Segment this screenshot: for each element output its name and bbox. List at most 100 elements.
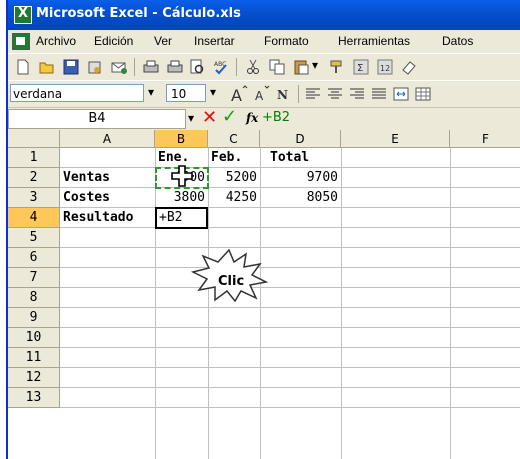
print-icon[interactable]	[142, 58, 160, 76]
sort-icon[interactable]: 12	[376, 58, 394, 76]
click-label: Clic	[218, 274, 245, 289]
cell-c1[interactable]: Feb.	[211, 148, 260, 168]
grid-line	[60, 267, 520, 268]
row-header[interactable]: 1	[8, 148, 60, 168]
menu-insertar[interactable]: Insertar	[194, 34, 235, 48]
grid-line	[60, 247, 520, 248]
row-header[interactable]: 6	[8, 248, 60, 268]
row-header[interactable]: 8	[8, 288, 60, 308]
bold-font-icon[interactable]: N	[274, 85, 292, 103]
menu-formato[interactable]: Formato	[264, 34, 309, 48]
table-icon[interactable]	[414, 85, 432, 103]
cell-a2[interactable]: Ventas	[63, 168, 155, 188]
paste-dropdown[interactable]	[310, 57, 324, 75]
name-box-dropdown[interactable]	[186, 110, 200, 128]
name-box[interactable]: B4	[8, 109, 186, 129]
document-icon[interactable]	[12, 33, 30, 50]
grid-line	[60, 367, 520, 368]
standard-toolbar: ABC Σ 12	[8, 53, 520, 81]
row-header[interactable]: 10	[8, 328, 60, 348]
menu-bar: Archivo Edición Ver Insertar Formato Her…	[8, 30, 520, 52]
grid-line	[60, 347, 520, 348]
menu-herramientas[interactable]: Herramientas	[338, 34, 410, 48]
font-size-box[interactable]: 10	[166, 84, 206, 102]
align-left-icon[interactable]	[304, 85, 322, 103]
row-header[interactable]: 4	[8, 208, 60, 228]
grid-line	[60, 407, 520, 408]
font-name-box[interactable]: verdana	[10, 84, 144, 102]
cancel-icon[interactable]: ✕	[202, 107, 217, 128]
menu-archivo[interactable]: Archivo	[36, 34, 76, 48]
cell-d1[interactable]: Total	[270, 148, 341, 168]
col-header-d[interactable]: D	[260, 130, 341, 148]
email-icon[interactable]	[110, 58, 128, 76]
col-header-a[interactable]: A	[60, 130, 155, 148]
col-header-e[interactable]: E	[341, 130, 450, 148]
toolbar-separator	[134, 58, 135, 76]
grid-line	[60, 287, 520, 288]
menu-datos[interactable]: Datos	[442, 34, 473, 48]
font-dropdown[interactable]	[146, 84, 160, 102]
worksheet-grid[interactable]: A B C D E F 1 2 3 4 5 6 7 8 9 10 11 12 1…	[8, 130, 520, 459]
window-title: Microsoft Excel - Cálculo.xls	[36, 6, 241, 21]
justify-icon[interactable]	[370, 85, 388, 103]
cell-a3[interactable]: Costes	[63, 188, 155, 208]
grid-line	[60, 307, 520, 308]
svg-text:A: A	[255, 89, 264, 103]
autosum-icon[interactable]: Σ	[352, 58, 370, 76]
toolbar-separator	[298, 85, 299, 103]
increase-font-icon[interactable]: A	[230, 85, 248, 103]
svg-text:A: A	[231, 86, 242, 103]
align-center-icon[interactable]	[326, 85, 344, 103]
copy-icon[interactable]	[268, 58, 286, 76]
cell-a4[interactable]: Resultado	[63, 208, 155, 228]
svg-text:12: 12	[380, 64, 390, 73]
size-dropdown[interactable]	[208, 84, 222, 102]
spelling-icon[interactable]: ABC	[212, 58, 230, 76]
insert-function-icon[interactable]: fx	[246, 111, 258, 125]
cut-icon[interactable]	[244, 58, 262, 76]
grid-line	[60, 387, 520, 388]
cell-b3[interactable]: 3800	[155, 188, 208, 208]
cell-d2[interactable]: 9700	[260, 168, 341, 188]
active-cell-border	[155, 207, 208, 229]
preview-magnifier-icon[interactable]	[188, 58, 206, 76]
row-header[interactable]: 11	[8, 348, 60, 368]
row-header[interactable]: 12	[8, 368, 60, 388]
formatting-toolbar: verdana 10 A A N	[8, 80, 520, 108]
decrease-font-icon[interactable]: A	[252, 85, 270, 103]
cell-d3[interactable]: 8050	[260, 188, 341, 208]
select-all-corner[interactable]	[8, 130, 60, 148]
row-header[interactable]: 2	[8, 168, 60, 188]
format-painter-icon[interactable]	[328, 58, 346, 76]
save-icon[interactable]	[62, 58, 80, 76]
row-header[interactable]: 13	[8, 388, 60, 408]
col-header-c[interactable]: C	[208, 130, 260, 148]
grid-line	[60, 327, 520, 328]
enter-icon[interactable]: ✓	[222, 106, 237, 127]
col-header-b[interactable]: B	[155, 130, 208, 148]
menu-ver[interactable]: Ver	[154, 34, 172, 48]
svg-text:N: N	[277, 88, 288, 102]
cell-c2[interactable]: 5200	[208, 168, 260, 188]
new-icon[interactable]	[14, 58, 32, 76]
title-bar[interactable]: Microsoft Excel - Cálculo.xls	[8, 0, 520, 30]
row-header[interactable]: 9	[8, 308, 60, 328]
row-header[interactable]: 7	[8, 268, 60, 288]
toolbar-separator	[236, 58, 237, 76]
print-preview-icon[interactable]	[166, 58, 184, 76]
merge-center-icon[interactable]	[392, 85, 410, 103]
menu-edicion[interactable]: Edición	[94, 34, 133, 48]
col-header-f[interactable]: F	[450, 130, 520, 148]
align-right-icon[interactable]	[348, 85, 366, 103]
cell-c3[interactable]: 4250	[208, 188, 260, 208]
row-header[interactable]: 5	[8, 228, 60, 248]
open-icon[interactable]	[38, 58, 56, 76]
svg-text:Σ: Σ	[357, 63, 363, 74]
formula-content[interactable]: +B2	[262, 110, 290, 125]
paste-icon[interactable]	[292, 58, 310, 76]
permission-icon[interactable]	[86, 58, 104, 76]
eraser-icon[interactable]	[400, 58, 418, 76]
cross-cursor-icon	[171, 165, 193, 187]
row-header[interactable]: 3	[8, 188, 60, 208]
